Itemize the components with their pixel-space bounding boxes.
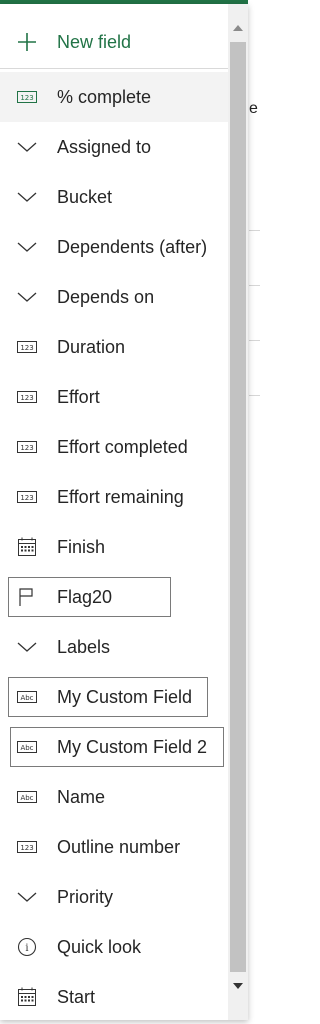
field-item-effort-completed[interactable]: 123 Effort completed <box>0 422 228 472</box>
field-item-label: Depends on <box>57 286 155 307</box>
chevron-down-icon <box>16 286 38 308</box>
scroll-up-arrow-icon[interactable] <box>228 18 248 38</box>
field-item-duration[interactable]: 123 Duration <box>0 322 228 372</box>
field-item-bucket[interactable]: Bucket <box>0 172 228 222</box>
svg-text:123: 123 <box>20 94 33 102</box>
field-item-label: Outline number <box>57 836 181 857</box>
field-item-name[interactable]: Abc Name <box>0 772 228 822</box>
svg-text:123: 123 <box>20 394 33 402</box>
field-item-percent-complete[interactable]: 123 % complete <box>0 72 228 122</box>
field-item-label: Effort <box>57 386 100 407</box>
field-item-label: Effort completed <box>57 436 188 457</box>
field-item-label: Assigned to <box>57 136 152 157</box>
scroll-down-arrow-icon[interactable] <box>228 976 248 996</box>
field-item-label: Labels <box>57 636 111 657</box>
field-item-my-custom-field-2[interactable]: Abc My Custom Field 2 <box>0 722 228 772</box>
background-row-divider <box>249 230 260 231</box>
chevron-down-icon <box>16 886 38 908</box>
chevron-down-icon <box>16 136 38 158</box>
svg-text:Abc: Abc <box>20 694 33 702</box>
field-item-label: Name <box>57 786 106 807</box>
new-field-button[interactable]: New field <box>0 17 228 67</box>
field-item-my-custom-field[interactable]: Abc My Custom Field <box>0 672 228 722</box>
background-panel <box>248 0 260 1024</box>
background-row-divider <box>249 285 260 286</box>
svg-text:Abc: Abc <box>20 794 33 802</box>
info-icon: i <box>16 936 38 958</box>
number-icon: 123 <box>16 836 38 858</box>
field-item-finish[interactable]: Finish <box>0 522 228 572</box>
text-field-icon: Abc <box>16 736 38 758</box>
number-icon: 123 <box>16 486 38 508</box>
number-icon: 123 <box>16 86 38 108</box>
field-item-outline-number[interactable]: 123 Outline number <box>0 822 228 872</box>
field-item-label: Dependents (after) <box>57 236 208 257</box>
chevron-down-icon <box>16 236 38 258</box>
calendar-icon <box>16 536 38 558</box>
svg-text:123: 123 <box>20 444 33 452</box>
field-picker-dropdown: New field 123 % complete Assigned to Buc… <box>0 4 248 1020</box>
field-item-effort[interactable]: 123 Effort <box>0 372 228 422</box>
field-item-label: Flag20 <box>57 586 113 607</box>
page: e : New field 123 % complete <box>0 0 260 1024</box>
scrollbar[interactable] <box>228 4 248 1020</box>
field-item-start[interactable]: Start <box>0 972 228 1020</box>
scrollbar-thumb[interactable] <box>230 42 246 972</box>
field-item-label: My Custom Field 2 <box>57 736 208 757</box>
flag-icon <box>16 586 38 608</box>
new-field-label: New field <box>57 31 132 52</box>
field-item-label: Start <box>57 986 96 1007</box>
background-row-divider <box>249 395 260 396</box>
text-field-icon: Abc <box>16 686 38 708</box>
field-item-label: Duration <box>57 336 126 357</box>
field-item-label: Priority <box>57 886 114 907</box>
svg-text:123: 123 <box>20 344 33 352</box>
field-item-label: % complete <box>57 86 152 107</box>
svg-text:i: i <box>25 943 28 954</box>
field-item-priority[interactable]: Priority <box>0 872 228 922</box>
number-icon: 123 <box>16 386 38 408</box>
chevron-down-icon <box>16 636 38 658</box>
menu-divider <box>0 68 228 69</box>
background-column-text: e <box>249 100 258 117</box>
field-item-dependents-after[interactable]: Dependents (after) <box>0 222 228 272</box>
text-field-icon: Abc <box>16 786 38 808</box>
number-icon: 123 <box>16 336 38 358</box>
background-row-divider <box>249 340 260 341</box>
plus-icon <box>16 31 38 53</box>
field-item-labels[interactable]: Labels <box>0 622 228 672</box>
field-item-effort-remaining[interactable]: 123 Effort remaining <box>0 472 228 522</box>
field-item-label: Bucket <box>57 186 113 207</box>
number-icon: 123 <box>16 436 38 458</box>
field-item-label: Effort remaining <box>57 486 184 507</box>
calendar-icon <box>16 986 38 1008</box>
svg-text:123: 123 <box>20 844 33 852</box>
svg-text:Abc: Abc <box>20 744 33 752</box>
field-item-label: Quick look <box>57 936 142 957</box>
field-item-label: My Custom Field <box>57 686 193 707</box>
field-list: New field 123 % complete Assigned to Buc… <box>0 4 228 1020</box>
field-item-depends-on[interactable]: Depends on <box>0 272 228 322</box>
svg-text:123: 123 <box>20 494 33 502</box>
field-item-label: Finish <box>57 536 106 557</box>
chevron-down-icon <box>16 186 38 208</box>
field-item-assigned-to[interactable]: Assigned to <box>0 122 228 172</box>
field-item-quick-look[interactable]: i Quick look <box>0 922 228 972</box>
field-item-flag20[interactable]: Flag20 <box>0 572 228 622</box>
